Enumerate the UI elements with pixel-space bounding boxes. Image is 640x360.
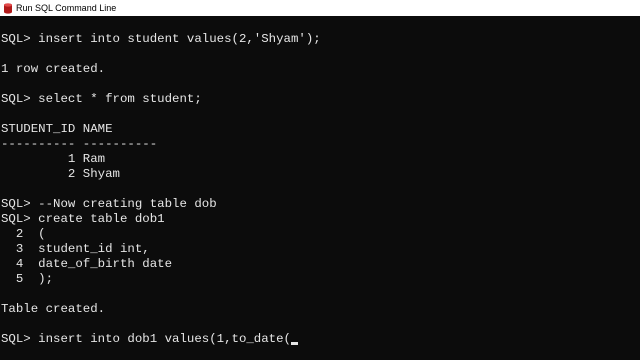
- console-line: SQL> --Now creating table dob: [1, 197, 217, 211]
- title-bar[interactable]: Run SQL Command Line: [0, 0, 640, 16]
- console-line: ---------- ----------: [1, 137, 158, 151]
- console-line: Table created.: [1, 302, 106, 316]
- console-input-text: SQL> insert into dob1 values(1,to_date(: [1, 332, 291, 346]
- console-line: 2 Shyam: [1, 167, 120, 181]
- console-line: 2 (: [1, 227, 46, 241]
- console-output[interactable]: SQL> insert into student values(2,'Shyam…: [0, 16, 640, 360]
- text-cursor: [291, 342, 298, 345]
- console-line: 3 student_id int,: [1, 242, 150, 256]
- console-line: 5 );: [1, 272, 54, 286]
- console-line: STUDENT_ID NAME: [1, 122, 113, 136]
- console-line: SQL> create table dob1: [1, 212, 165, 226]
- window-title: Run SQL Command Line: [16, 3, 117, 13]
- console-line: 4 date_of_birth date: [1, 257, 173, 271]
- console-input-line[interactable]: SQL> insert into dob1 values(1,to_date(: [1, 332, 298, 347]
- console-line: 1 Ram: [1, 152, 106, 166]
- console-line: SQL> select * from student;: [1, 92, 202, 106]
- sql-command-line-window: Run SQL Command Line SQL> insert into st…: [0, 0, 640, 360]
- database-icon: [2, 2, 13, 14]
- console-line: SQL> insert into student values(2,'Shyam…: [1, 32, 321, 46]
- console-line: 1 row created.: [1, 62, 106, 76]
